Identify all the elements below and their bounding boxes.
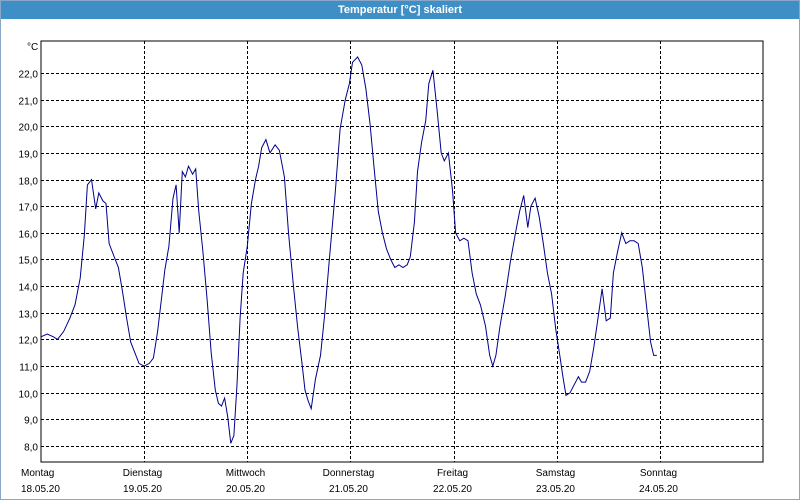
x-tick-day: Montag xyxy=(21,468,54,479)
series-line xyxy=(40,56,657,444)
x-axis-ticks: Montag 18.05.20 Dienstag 19.05.20 Mittwoch 20… xyxy=(21,468,678,495)
y-tick-label: 18,0 xyxy=(19,177,39,188)
x-tick-date: 18.05.20 xyxy=(21,484,60,495)
plot-frame xyxy=(40,40,764,463)
y-tick-label: 20,0 xyxy=(19,123,39,134)
y-tick-label: 22,0 xyxy=(19,70,39,81)
y-tick-label: 10,0 xyxy=(19,390,39,401)
chart-window: Temperatur [°C] skaliert °C 8,0 9,0 10,0 11… xyxy=(0,0,800,500)
x-tick-date: 24.05.20 xyxy=(639,484,678,495)
series-group xyxy=(40,56,657,444)
y-tick-label: 11,0 xyxy=(19,363,38,374)
y-tick-label: 16,0 xyxy=(19,230,39,241)
window-title: Temperatur [°C] skaliert xyxy=(1,1,799,19)
x-tick-day: Samstag xyxy=(536,468,575,479)
y-tick-label: 14,0 xyxy=(19,283,39,294)
x-tick-day: Sonntag xyxy=(640,468,677,479)
x-tick-date: 22.05.20 xyxy=(433,484,472,495)
y-tick-label: 21,0 xyxy=(19,97,39,108)
x-tick-date: 20.05.20 xyxy=(226,484,265,495)
y-tick-label: 15,0 xyxy=(19,256,39,267)
grid xyxy=(41,41,763,462)
y-tick-label: 17,0 xyxy=(19,203,39,214)
y-tick-label: 12,0 xyxy=(19,336,39,347)
x-tick-date: 21.05.20 xyxy=(329,484,368,495)
temperature-chart: °C 8,0 9,0 10,0 11,0 12,0 13,0 14,0 15,0 16,0 17,… xyxy=(19,40,764,495)
y-axis-ticks: 8,0 9,0 10,0 11,0 12,0 13,0 14,0 15,0 16,0 17,0 18… xyxy=(19,70,39,454)
y-tick-label: 9,0 xyxy=(24,416,38,427)
x-tick-day: Donnerstag xyxy=(323,468,375,479)
x-tick-day: Dienstag xyxy=(123,468,162,479)
y-tick-label: 13,0 xyxy=(19,310,39,321)
x-tick-day: Freitag xyxy=(437,468,468,479)
y-tick-label: 8,0 xyxy=(24,443,38,454)
x-tick-date: 23.05.20 xyxy=(536,484,575,495)
x-tick-day: Mittwoch xyxy=(226,468,265,479)
x-tick-date: 19.05.20 xyxy=(123,484,162,495)
y-tick-label: 19,0 xyxy=(19,150,39,161)
y-unit-label: °C xyxy=(27,42,38,53)
